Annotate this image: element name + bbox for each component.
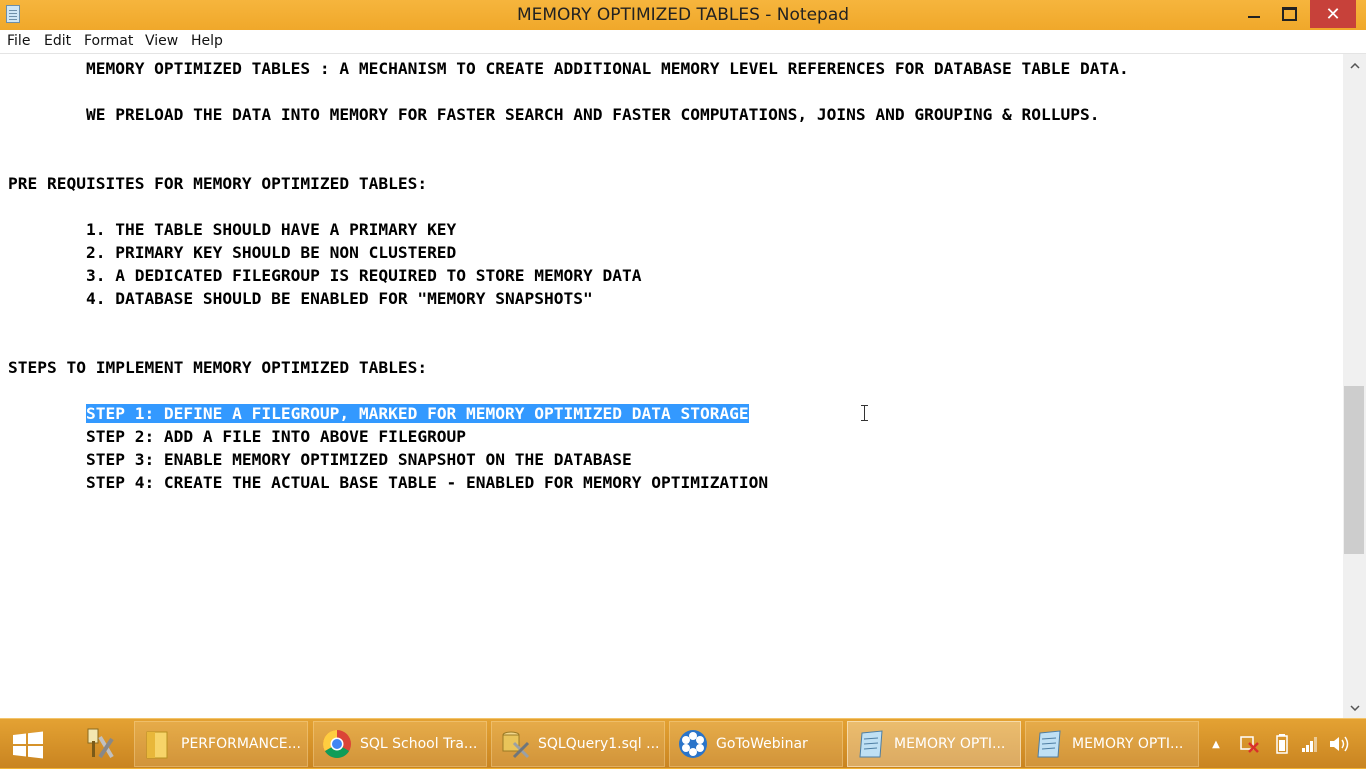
taskbar-item-label: SQL School Tra... [360,736,478,752]
text-line: WE PRELOAD THE DATA INTO MEMORY FOR FAST… [8,105,1100,124]
list-item: STEP 4: CREATE THE ACTUAL BASE TABLE - E… [8,473,769,492]
window-title: MEMORY OPTIMIZED TABLES - Notepad [516,5,850,25]
show-hidden-icons-button[interactable]: ▲ [1206,719,1226,769]
text-line: MEMORY OPTIMIZED TABLES : A MECHANISM TO… [8,59,1129,78]
chevron-up-icon: ▲ [1212,738,1220,750]
close-button[interactable]: ✕ [1310,0,1356,28]
scroll-down-button[interactable] [1343,699,1366,716]
taskbar-item-label: GoToWebinar [716,736,808,752]
notepad-window: File Edit Format View Help MEMORY OPTIMI… [0,30,1366,718]
text-cursor-icon [861,405,868,421]
selected-text: STEP 1: DEFINE A FILEGROUP, MARKED FOR M… [85,404,749,423]
maximize-icon [1281,7,1297,21]
start-button[interactable] [12,731,44,759]
minimize-button[interactable] [1236,0,1272,28]
list-item: 2. PRIMARY KEY SHOULD BE NON CLUSTERED [8,243,457,262]
folder-icon [143,729,173,759]
network-signal-icon[interactable] [1298,719,1322,769]
title-bar[interactable]: MEMORY OPTIMIZED TABLES - Notepad ✕ [0,0,1366,30]
minimize-icon [1248,16,1260,18]
list-item: 3. A DEDICATED FILEGROUP IS REQUIRED TO … [8,266,642,285]
menu-help[interactable]: Help [191,33,223,49]
list-item: 1. THE TABLE SHOULD HAVE A PRIMARY KEY [8,220,457,239]
taskbar-item-gotowebinar[interactable]: GoToWebinar [669,721,843,767]
tools-icon [87,728,114,759]
scroll-up-button[interactable] [1343,57,1366,74]
taskbar-item-label: MEMORY OPTI... [1072,736,1184,752]
taskbar-item-label: SQLQuery1.sql ... [538,736,660,752]
text-editor[interactable]: MEMORY OPTIMIZED TABLES : A MECHANISM TO… [0,54,1343,718]
list-item: STEP 2: ADD A FILE INTO ABOVE FILEGROUP [8,427,467,446]
heading-line: PRE REQUISITES FOR MEMORY OPTIMIZED TABL… [8,174,428,193]
windows-logo-icon [13,731,43,759]
menu-bar: File Edit Format View Help [0,30,1366,54]
notepad-icon [856,729,886,759]
taskbar-item-notepad-active[interactable]: MEMORY OPTI... [847,721,1021,767]
chevron-down-icon [1349,704,1360,711]
menu-edit[interactable]: Edit [44,33,71,49]
action-center-icon[interactable] [1236,719,1262,769]
taskbar-item-ssms[interactable]: SQLQuery1.sql ... [491,721,665,767]
taskbar-item-label: MEMORY OPTI... [894,736,1006,752]
list-item: 4. DATABASE SHOULD BE ENABLED FOR "MEMOR… [8,289,593,308]
vertical-scrollbar[interactable] [1343,54,1366,718]
taskbar-item-label: PERFORMANCE... [181,736,301,752]
close-icon: ✕ [1325,3,1341,25]
menu-format[interactable]: Format [84,33,133,49]
list-item: STEP 1: DEFINE A FILEGROUP, MARKED FOR M… [8,402,749,425]
menu-view[interactable]: View [145,33,178,49]
volume-icon[interactable] [1326,719,1352,769]
scroll-thumb[interactable] [1344,386,1364,554]
ssms-icon [500,729,530,759]
gotowebinar-icon [678,729,708,759]
taskbar-item-chrome[interactable]: SQL School Tra... [313,721,487,767]
chevron-up-icon [1349,62,1360,69]
menu-file[interactable]: File [7,33,30,49]
list-item: STEP 3: ENABLE MEMORY OPTIMIZED SNAPSHOT… [8,450,632,469]
taskbar: PERFORMANCE... SQL School Tra... SQLQuer… [0,718,1366,768]
maximize-button[interactable] [1272,0,1306,28]
taskbar-pinned-tools[interactable] [70,721,126,767]
battery-icon[interactable] [1270,719,1294,769]
notepad-icon [1034,729,1064,759]
taskbar-item-explorer[interactable]: PERFORMANCE... [134,721,308,767]
chrome-icon [322,729,352,759]
taskbar-item-notepad[interactable]: MEMORY OPTI... [1025,721,1199,767]
heading-line: STEPS TO IMPLEMENT MEMORY OPTIMIZED TABL… [8,358,428,377]
